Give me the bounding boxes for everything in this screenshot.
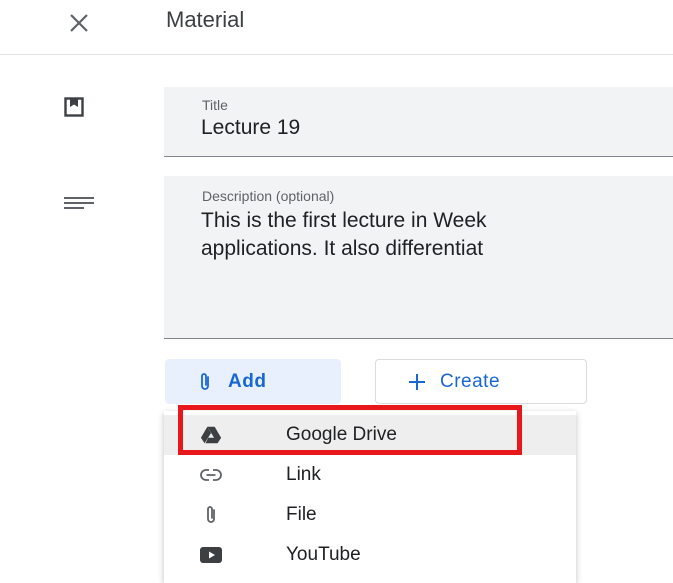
create-button[interactable]: Create: [375, 359, 587, 404]
youtube-icon: [200, 545, 222, 565]
title-field-value[interactable]: Lecture 19: [201, 116, 300, 140]
title-field-label: Title: [202, 97, 228, 113]
menu-item-youtube[interactable]: YouTube: [164, 535, 576, 575]
menu-item-google-drive[interactable]: Google Drive: [164, 415, 576, 455]
close-button[interactable]: [62, 6, 96, 40]
add-button[interactable]: Add: [165, 359, 341, 404]
add-button-label: Add: [228, 370, 267, 392]
menu-item-link[interactable]: Link: [164, 455, 576, 495]
description-field[interactable]: Description (optional) This is the first…: [164, 176, 673, 339]
bookmark-icon: [64, 97, 84, 122]
page-title: Material: [166, 7, 245, 32]
menu-item-label: Google Drive: [286, 424, 397, 445]
paperclip-icon: [198, 372, 212, 392]
link-icon: [200, 465, 222, 485]
plus-icon: [408, 373, 426, 391]
notes-icon: [64, 196, 94, 217]
create-button-label: Create: [440, 370, 501, 392]
menu-item-label: YouTube: [286, 544, 361, 565]
close-icon: [70, 14, 88, 32]
menu-item-file[interactable]: File: [164, 495, 576, 535]
google-drive-icon: [200, 425, 222, 445]
description-field-value[interactable]: This is the first lecture in Week applic…: [201, 207, 673, 263]
description-field-label: Description (optional): [202, 188, 335, 204]
menu-item-label: Link: [286, 464, 321, 485]
add-menu: Google Drive Link File YouTube: [164, 411, 576, 583]
paperclip-icon: [200, 505, 222, 525]
header-divider: [0, 54, 673, 55]
menu-item-label: File: [286, 504, 317, 525]
title-field[interactable]: Title Lecture 19: [164, 87, 673, 157]
